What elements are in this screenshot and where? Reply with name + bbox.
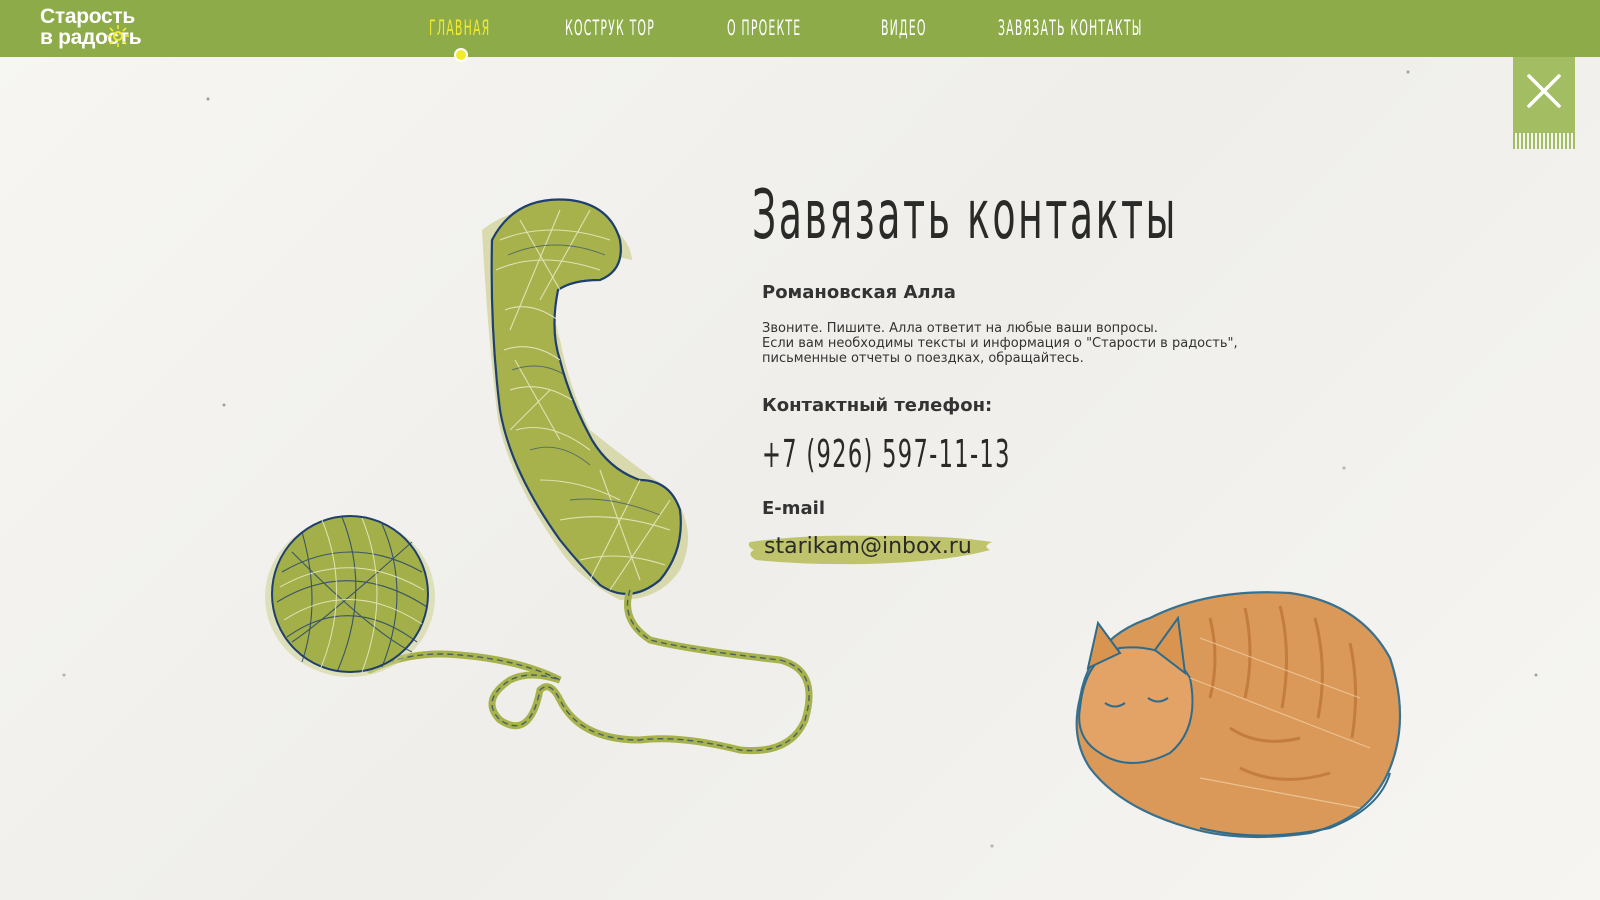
yarn-telephone-illustration — [366, 198, 813, 755]
logo-line-1: Старость — [40, 5, 135, 28]
yarn-ball-illustration — [265, 515, 435, 677]
nav-item-constructor[interactable]: Кострук тор — [565, 0, 655, 57]
top-bar: Старость в радость Главная Кострук тор О… — [0, 0, 1600, 62]
phone-number-link[interactable]: +7 (926) 597-11-13 — [762, 432, 1011, 476]
nav-item-contacts[interactable]: Завязать контакты — [998, 0, 1143, 57]
description-line-3: письменные отчеты о поездках, обращайтес… — [762, 351, 1084, 366]
email-link[interactable]: starikam@inbox.ru — [764, 534, 972, 559]
site-logo[interactable]: Старость в радость — [40, 6, 180, 52]
nav-item-about[interactable]: О проекте — [727, 0, 801, 57]
contact-description: Звоните. Пишите. Алла ответит на любые в… — [762, 321, 1282, 366]
nav-slot-contacts: Завязать контакты — [998, 0, 1247, 57]
logo-line-2: в радость — [40, 26, 142, 49]
nav-slot-video: Видео — [881, 0, 960, 57]
close-icon — [1527, 74, 1561, 108]
email-label: E-mail — [762, 498, 826, 519]
contact-person-name: Романовская Алла — [762, 282, 956, 303]
nav-slot-constructor: Кострук тор — [565, 0, 720, 57]
nav-slot-about: О проекте — [727, 0, 855, 57]
phone-label: Контактный телефон: — [762, 395, 993, 416]
active-nav-indicator — [454, 48, 468, 62]
page-title: Завязать контакты — [752, 176, 1178, 255]
sleeping-cat-illustration — [1075, 591, 1402, 839]
description-line-2: Если вам необходимы тексты и информация … — [762, 336, 1238, 351]
close-button[interactable] — [1513, 57, 1575, 149]
nav-slot-home: Главная — [429, 0, 535, 57]
description-line-1: Звоните. Пишите. Алла ответит на любые в… — [762, 321, 1158, 336]
nav-item-video[interactable]: Видео — [881, 0, 927, 57]
